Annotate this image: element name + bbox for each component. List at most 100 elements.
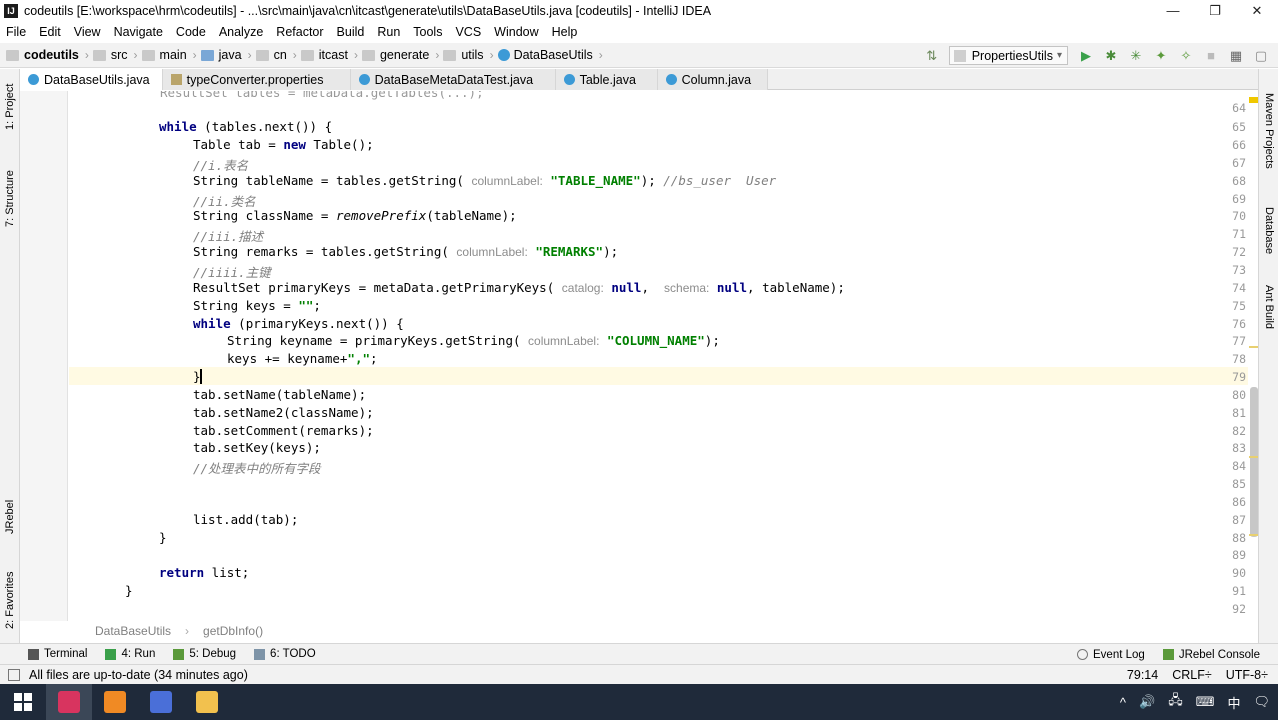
crumb-cn[interactable]: cn › — [255, 48, 297, 62]
taskbar-app-orange[interactable] — [92, 684, 138, 720]
menu-refactor[interactable]: Refactor — [276, 25, 323, 39]
jrebel-run-icon[interactable]: ✦ — [1153, 48, 1169, 64]
project-tool-button[interactable]: 1: Project — [4, 75, 16, 130]
right-tool-stripe: Maven Projects Database Ant Build — [1258, 69, 1278, 643]
taskbar-app-blue[interactable] — [138, 684, 184, 720]
line-number: 91 — [1232, 584, 1246, 598]
menu-help[interactable]: Help — [552, 25, 578, 39]
coverage-icon[interactable]: ✳ — [1128, 48, 1144, 64]
network-icon[interactable]: 🖧 — [1168, 691, 1183, 713]
warning-marker[interactable] — [1249, 346, 1258, 348]
search-everywhere-icon[interactable]: ▢ — [1253, 48, 1269, 64]
crumb-databaseutils[interactable]: DataBaseUtils › — [497, 48, 603, 62]
line-separator-select[interactable]: CRLF÷ — [1172, 668, 1212, 682]
todo-tool-button[interactable]: 6: TODO — [254, 648, 316, 660]
menu-tools[interactable]: Tools — [413, 25, 442, 39]
database-tool-button[interactable]: Database — [1263, 207, 1275, 254]
editor-scrollbar[interactable] — [1248, 91, 1258, 621]
menu-analyze[interactable]: Analyze — [219, 25, 263, 39]
tab-databasemetadatatest[interactable]: DataBaseMetaDataTest.java — [350, 69, 556, 90]
structure-tool-button[interactable]: 7: Structure — [4, 157, 16, 227]
tab-databaseutils[interactable]: DataBaseUtils.java — [20, 69, 163, 90]
code-line-90: return list; — [159, 565, 250, 580]
menu-window[interactable]: Window — [494, 25, 538, 39]
volume-icon[interactable]: 🔊 — [1139, 694, 1155, 710]
run-tool-button[interactable]: 4: Run — [105, 648, 155, 660]
stop-icon[interactable]: ■ — [1203, 48, 1219, 64]
line-number: 77 — [1232, 334, 1246, 348]
line-number: 66 — [1232, 138, 1246, 152]
code-line-87: list.add(tab); — [193, 512, 299, 527]
menu-code[interactable]: Code — [176, 25, 206, 39]
favorites-tool-button[interactable]: 2: Favorites — [4, 557, 16, 629]
menu-edit[interactable]: Edit — [39, 25, 61, 39]
maximize-button[interactable]: ❐ — [1194, 0, 1236, 22]
encoding-select[interactable]: UTF-8÷ — [1226, 668, 1268, 682]
jrebel-debug-icon[interactable]: ✧ — [1178, 48, 1194, 64]
line-number: 76 — [1232, 317, 1246, 331]
code-line-84-comment: //处理表中的所有字段 — [193, 461, 321, 476]
status-message: All files are up-to-date (34 minutes ago… — [29, 667, 248, 682]
windows-start-button[interactable] — [0, 684, 46, 720]
minimize-button[interactable]: — — [1152, 0, 1194, 22]
line-number: 79 — [1232, 370, 1246, 384]
tab-table[interactable]: Table.java — [555, 69, 658, 90]
jrebel-icon — [1162, 649, 1174, 660]
package-icon — [255, 49, 269, 61]
tray-expand-icon[interactable]: ^ — [1120, 695, 1126, 710]
ant-build-tool-button[interactable]: Ant Build — [1263, 285, 1275, 329]
crumb-java[interactable]: java › — [200, 48, 252, 62]
crumb-codeutils[interactable]: codeutils › — [6, 48, 89, 62]
maven-projects-tool-button[interactable]: Maven Projects — [1263, 93, 1275, 169]
code-line-74: ResultSet primaryKeys = metaData.getPrim… — [193, 280, 845, 295]
code-line-80: tab.setName(tableName); — [193, 387, 367, 402]
notification-icon[interactable]: 🗨 — [1253, 694, 1270, 710]
terminal-tool-button[interactable]: Terminal — [28, 648, 87, 660]
menu-file[interactable]: File — [6, 25, 26, 39]
crumb-src[interactable]: src › — [92, 48, 138, 62]
tool-windows-toggle-icon[interactable] — [8, 668, 20, 681]
caret-position[interactable]: 79:14 — [1127, 668, 1158, 682]
menu-build[interactable]: Build — [337, 25, 365, 39]
crumb-utils[interactable]: utils › — [443, 48, 494, 62]
line-number: 83 — [1232, 441, 1246, 455]
code-editor[interactable]: 64 65 66 67 68 69 70 71 72 73 74 75 76 7… — [20, 91, 1248, 621]
menu-view[interactable]: View — [74, 25, 101, 39]
line-number-gutter — [20, 91, 68, 621]
taskbar-file-explorer[interactable] — [184, 684, 230, 720]
build-arrows-icon[interactable]: ⇅ — [924, 48, 940, 64]
debug-icon[interactable]: ✱ — [1103, 48, 1119, 64]
class-icon — [358, 74, 370, 85]
line-number: 67 — [1232, 156, 1246, 170]
warning-marker[interactable] — [1249, 97, 1258, 103]
crumb-main[interactable]: main › — [141, 48, 197, 62]
close-button[interactable]: ✕ — [1236, 0, 1278, 22]
jrebel-console-button[interactable]: JRebel Console — [1162, 649, 1260, 661]
line-number: 78 — [1232, 352, 1246, 366]
run-configuration-select[interactable]: PropertiesUtils ▾ — [948, 46, 1068, 65]
tab-column[interactable]: Column.java — [657, 69, 768, 90]
input-method-icon[interactable]: 中 — [1227, 693, 1240, 712]
crumb-itcast[interactable]: itcast › — [300, 48, 358, 62]
crumb-generate[interactable]: generate › — [361, 48, 439, 62]
keyboard-icon[interactable]: ⌨ — [1196, 694, 1215, 710]
project-structure-icon[interactable]: ▦ — [1228, 48, 1244, 64]
config-icon — [953, 49, 966, 62]
tab-typeconverter-properties[interactable]: typeConverter.properties — [162, 69, 351, 90]
scrollbar-thumb[interactable] — [1250, 387, 1258, 537]
menu-run[interactable]: Run — [377, 25, 400, 39]
debug-tool-button[interactable]: 5: Debug — [173, 648, 236, 660]
run-icon[interactable]: ▶ — [1078, 48, 1094, 64]
warning-marker[interactable] — [1249, 456, 1258, 458]
warning-marker[interactable] — [1249, 534, 1258, 536]
breadcrumb-class[interactable]: DataBaseUtils — [95, 624, 171, 638]
menu-vcs[interactable]: VCS — [455, 25, 481, 39]
code-line-71-comment: //iii.描述 — [193, 229, 264, 244]
event-log-icon — [1077, 649, 1089, 660]
editor-breadcrumb: DataBaseUtils › getDbInfo() — [20, 621, 1258, 641]
menu-navigate[interactable]: Navigate — [114, 25, 163, 39]
event-log-button[interactable]: Event Log — [1077, 649, 1145, 661]
taskbar-intellij[interactable] — [46, 684, 92, 720]
breadcrumb-method[interactable]: getDbInfo() — [203, 624, 263, 638]
jrebel-tool-button[interactable]: JRebel — [4, 489, 16, 534]
